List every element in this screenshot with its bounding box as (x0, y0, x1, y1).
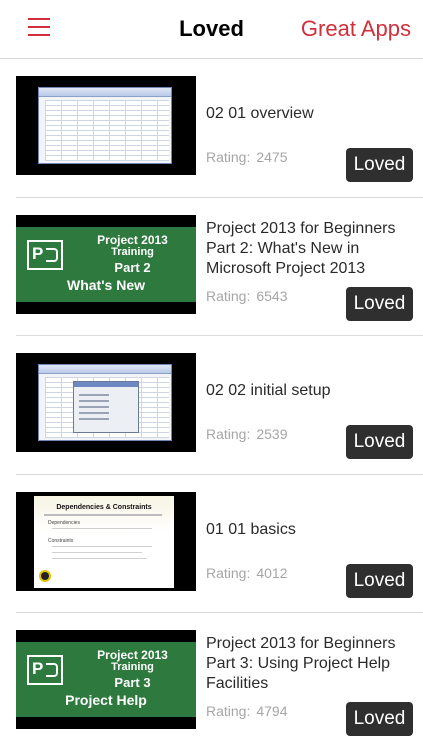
banner-line: Project Help (65, 692, 147, 708)
slide-preview: Dependencies & Constraints Dependencies … (34, 495, 174, 588)
slide-bullet: Constraints (48, 537, 74, 544)
list-item[interactable]: Dependencies & Constraints Dependencies … (16, 475, 423, 613)
video-title: 02 02 initial setup (206, 382, 331, 399)
dialog-window (73, 381, 139, 433)
spreadsheet-preview (38, 364, 172, 441)
video-title: 01 01 basics (206, 520, 296, 538)
slide-divider (44, 513, 162, 516)
rating-label: Rating: (206, 287, 251, 304)
rating-label: Rating: (206, 564, 251, 581)
rating-value: 2475 (256, 149, 288, 165)
banner-line: Part 3 (114, 675, 151, 690)
rating-value: 4794 (256, 703, 288, 719)
ribbon (39, 365, 171, 374)
project-logo-icon: P (27, 239, 63, 270)
video-thumbnail[interactable]: Dependencies & Constraints Dependencies … (16, 491, 196, 591)
video-title: 02 01 overview (206, 105, 314, 122)
rating: Rating: 4794 (206, 703, 288, 719)
slide-text-line (52, 545, 152, 547)
slide-text-line (52, 551, 142, 553)
project-logo-icon: P (27, 655, 63, 685)
loved-button[interactable]: Loved (346, 286, 413, 321)
spreadsheet-preview (38, 87, 172, 164)
loved-button[interactable]: Loved (346, 425, 413, 459)
banner-line: Training (111, 245, 154, 258)
great-apps-button[interactable]: Great Apps (301, 16, 411, 42)
slide-text-line (52, 557, 147, 559)
banner-line: Part 2 (114, 259, 151, 275)
banner-line: Project 2013 (97, 648, 168, 662)
rating: Rating: 2539 (206, 426, 288, 442)
project-training-banner: P Project 2013 Training Part 3 Project H… (16, 642, 196, 717)
navigation-bar: Loved Great Apps (0, 0, 423, 59)
video-thumbnail[interactable]: P Project 2013 Training Part 3 Project H… (16, 630, 196, 729)
rating-label: Rating: (206, 703, 251, 719)
slide-heading: Dependencies & Constraints (56, 503, 152, 511)
rating: Rating: 4012 (206, 565, 288, 581)
rating-label: Rating: (206, 426, 251, 442)
banner-line: What's New (66, 276, 145, 293)
banner-line: Training (111, 661, 154, 673)
video-thumbnail[interactable] (16, 353, 196, 452)
ribbon (39, 88, 171, 97)
list-item[interactable]: P Project 2013 Training Part 3 Project H… (16, 613, 423, 750)
badge-icon (39, 569, 51, 582)
video-title: Project 2013 for Beginners Part 2: What'… (206, 219, 396, 277)
rating: Rating: 2475 (206, 149, 288, 165)
loved-button[interactable]: Loved (346, 563, 413, 598)
slide-bullet: Dependencies (48, 519, 80, 526)
rating-value: 6543 (256, 287, 288, 304)
list-item[interactable]: 02 01 overview Rating: 2475 Loved (16, 59, 423, 198)
rating: Rating: 6543 (206, 288, 288, 304)
list-item[interactable]: P Project 2013 Training Part 2 What's Ne… (16, 198, 423, 336)
list-item[interactable]: 02 02 initial setup Rating: 2539 Loved (16, 336, 423, 475)
loved-button[interactable]: Loved (346, 148, 413, 182)
rating-value: 4012 (256, 564, 288, 581)
video-thumbnail[interactable] (16, 76, 196, 175)
cell-grid (45, 100, 169, 161)
video-title: Project 2013 for Beginners Part 3: Using… (206, 635, 396, 692)
rating-value: 2539 (256, 426, 288, 442)
slide-text-line (52, 527, 152, 529)
project-training-banner: P Project 2013 Training Part 2 What's Ne… (16, 226, 196, 302)
rating-label: Rating: (206, 149, 251, 165)
video-list: 02 01 overview Rating: 2475 Loved P Proje… (0, 59, 423, 750)
loved-button[interactable]: Loved (346, 702, 413, 736)
banner-line: Project 2013 (97, 232, 168, 247)
video-thumbnail[interactable]: P Project 2013 Training Part 2 What's Ne… (16, 214, 196, 314)
